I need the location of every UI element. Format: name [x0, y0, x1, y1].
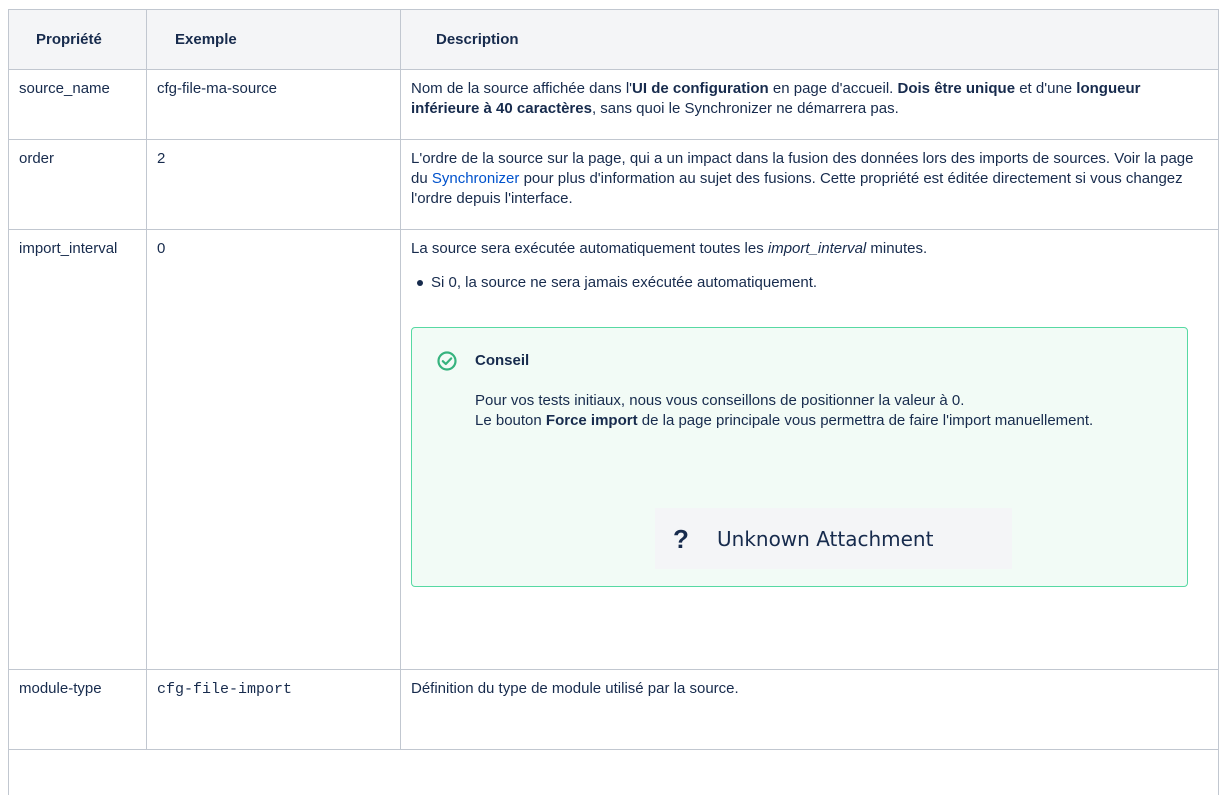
bullet-list: Si 0, la source ne sera jamais exécutée …: [411, 273, 1209, 293]
example-cell: cfg-file-import: [146, 669, 401, 750]
description-cell: L'ordre de la source sur la page, qui a …: [400, 139, 1218, 230]
header-propriete: Propriété: [9, 10, 147, 70]
property-cell: order: [9, 139, 147, 230]
table-row: source_name cfg-file-ma-source Nom de la…: [9, 69, 1218, 140]
properties-table: Propriété Exemple Description source_nam…: [9, 10, 1218, 750]
example-cell: 0: [146, 229, 401, 670]
synchronizer-link[interactable]: Synchronizer: [432, 170, 520, 187]
property-cell: import_interval: [9, 229, 147, 670]
table-row: module-type cfg-file-import Définition d…: [9, 669, 1218, 750]
header-exemple: Exemple: [146, 10, 401, 70]
properties-table-frame: Propriété Exemple Description source_nam…: [8, 9, 1219, 795]
table-header-row: Propriété Exemple Description: [9, 10, 1218, 70]
description-cell: Définition du type de module utilisé par…: [400, 669, 1218, 750]
check-circle-icon: [437, 351, 457, 371]
attachment-label: Unknown Attachment: [717, 526, 934, 551]
description-cell: Nom de la source affichée dans l'UI de c…: [400, 69, 1218, 140]
panel-title: Conseil: [475, 352, 530, 369]
table-row: order 2 L'ordre de la source sur la page…: [9, 139, 1218, 230]
panel-body: Pour vos tests initiaux, nous vous conse…: [475, 392, 1094, 429]
question-mark-icon: ?: [673, 523, 689, 554]
property-cell: module-type: [9, 669, 147, 750]
unknown-attachment[interactable]: ? Unknown Attachment: [655, 508, 1012, 569]
tip-panel: Conseil Pour vos tests initiaux, nous vo…: [411, 327, 1188, 587]
list-item: Si 0, la source ne sera jamais exécutée …: [417, 273, 1209, 293]
example-cell: cfg-file-ma-source: [146, 69, 401, 140]
header-description: Description: [400, 10, 1218, 70]
property-cell: source_name: [9, 69, 147, 140]
description-cell: La source sera exécutée automatiquement …: [400, 229, 1218, 670]
description-text: La source sera exécutée automatiquement …: [411, 240, 928, 257]
example-cell: 2: [146, 139, 401, 230]
table-row: import_interval 0 La source sera exécuté…: [9, 229, 1218, 670]
